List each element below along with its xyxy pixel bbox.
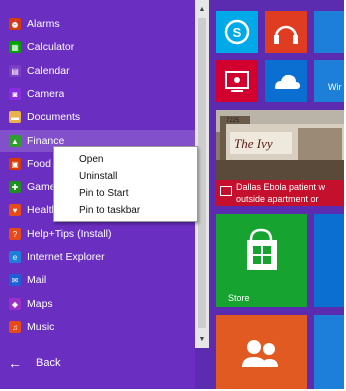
weather-text: Wir	[328, 82, 342, 92]
store-tile[interactable]: Store	[216, 214, 307, 307]
app-item-label: Maps	[27, 298, 53, 310]
food-icon: ▣	[9, 158, 21, 170]
back-button[interactable]: ← Back	[8, 352, 60, 374]
partial-blue-tile-bottom[interactable]	[314, 315, 344, 389]
app-item-camera[interactable]: ◙ Camera	[0, 83, 195, 105]
weather-tile-top[interactable]	[314, 11, 344, 53]
store-label: Store	[228, 293, 250, 303]
app-item-label: Food	[27, 158, 51, 170]
start-tiles: S Wir The Ivy 7225 Dallas Ebola patient …	[216, 0, 344, 389]
app-item-label: Calendar	[27, 65, 70, 77]
folder-icon: ▬	[9, 111, 21, 123]
headphones-icon	[274, 25, 298, 44]
video-tile[interactable]	[216, 60, 258, 102]
app-item-label: Calculator	[27, 41, 75, 53]
scroll-thumb[interactable]	[198, 18, 206, 328]
news-photo-number-text: 7225	[226, 118, 240, 124]
scroll-down-arrow-icon[interactable]: ▼	[195, 332, 209, 346]
weather-tile[interactable]: Wir	[314, 60, 344, 102]
music-tile[interactable]	[265, 11, 307, 53]
svg-text:S: S	[233, 25, 242, 40]
menu-item-pin-to-start[interactable]: Pin to Start	[79, 188, 128, 199]
finance-chart-icon: ▲	[9, 135, 21, 147]
app-item-label: Documents	[27, 111, 81, 123]
news-caption-text: Dallas Ebola patient w outside apartment…	[236, 182, 326, 204]
app-item-mail[interactable]: ✉ Mail	[0, 269, 195, 291]
people-icon	[242, 340, 278, 367]
maps-icon: ◆	[9, 298, 21, 310]
app-item-calculator[interactable]: ▦ Calculator	[0, 36, 195, 58]
app-item-maps[interactable]: ◆ Maps	[0, 293, 195, 315]
app-item-label: Camera	[27, 88, 65, 100]
news-photo: The Ivy 7225	[216, 110, 344, 180]
menu-item-uninstall[interactable]: Uninstall	[79, 171, 117, 182]
news-tile[interactable]: The Ivy 7225 Dallas Ebola patient w outs…	[216, 110, 344, 206]
app-item-label: Mail	[27, 274, 47, 286]
news-caption-bar: Dallas Ebola patient w outside apartment…	[216, 180, 344, 206]
news-photo-sign-text: The Ivy	[234, 136, 273, 151]
help-icon: ?	[9, 228, 21, 240]
app-item-music[interactable]: ♫ Music	[0, 316, 195, 338]
onedrive-tile[interactable]	[265, 60, 307, 102]
mail-icon: ✉	[9, 274, 21, 286]
scroll-up-arrow-icon[interactable]: ▲	[195, 2, 209, 16]
app-item-label: Internet Explorer	[27, 251, 105, 263]
skype-tile[interactable]: S	[216, 11, 258, 53]
news-icon	[220, 186, 232, 196]
music-icon: ♫	[9, 321, 21, 333]
cloud-icon	[275, 74, 300, 89]
app-item-alarms[interactable]: ⏰ Alarms	[0, 13, 195, 35]
store-bag-icon	[247, 228, 277, 270]
games-controller-icon: ✚	[9, 181, 21, 193]
skype-icon: S	[224, 19, 250, 45]
app-item-calendar[interactable]: ▤ Calendar	[0, 60, 195, 82]
back-arrow-icon: ←	[8, 355, 22, 371]
calendar-icon: ▤	[9, 65, 21, 77]
partial-blue-tile[interactable]	[314, 214, 344, 307]
app-item-documents[interactable]: ▬ Documents	[0, 106, 195, 128]
app-item-internet-explorer[interactable]: e Internet Explorer	[0, 246, 195, 268]
camera-icon: ◙	[9, 88, 21, 100]
alarm-clock-icon: ⏰	[9, 18, 21, 30]
video-icon	[225, 71, 249, 92]
menu-item-open[interactable]: Open	[79, 154, 103, 165]
menu-item-pin-to-taskbar[interactable]: Pin to taskbar	[79, 205, 140, 216]
app-item-label: Alarms	[27, 18, 60, 30]
calculator-icon: ▦	[9, 41, 21, 53]
app-item-help-tips-install[interactable]: ? Help+Tips (Install)	[0, 223, 195, 245]
back-label: Back	[36, 357, 61, 369]
people-tile[interactable]	[216, 315, 307, 389]
health-heart-icon: ♥	[9, 204, 21, 216]
context-menu: Open Uninstall Pin to Start Pin to taskb…	[53, 146, 198, 222]
app-item-label: Help+Tips (Install)	[27, 228, 112, 240]
start-screen: ⏰ Alarms ▦ Calculator ▤ Calendar ◙ Camera ▬ Docum…	[0, 0, 344, 389]
app-item-label: Music	[27, 321, 55, 333]
internet-explorer-icon: e	[9, 251, 21, 263]
